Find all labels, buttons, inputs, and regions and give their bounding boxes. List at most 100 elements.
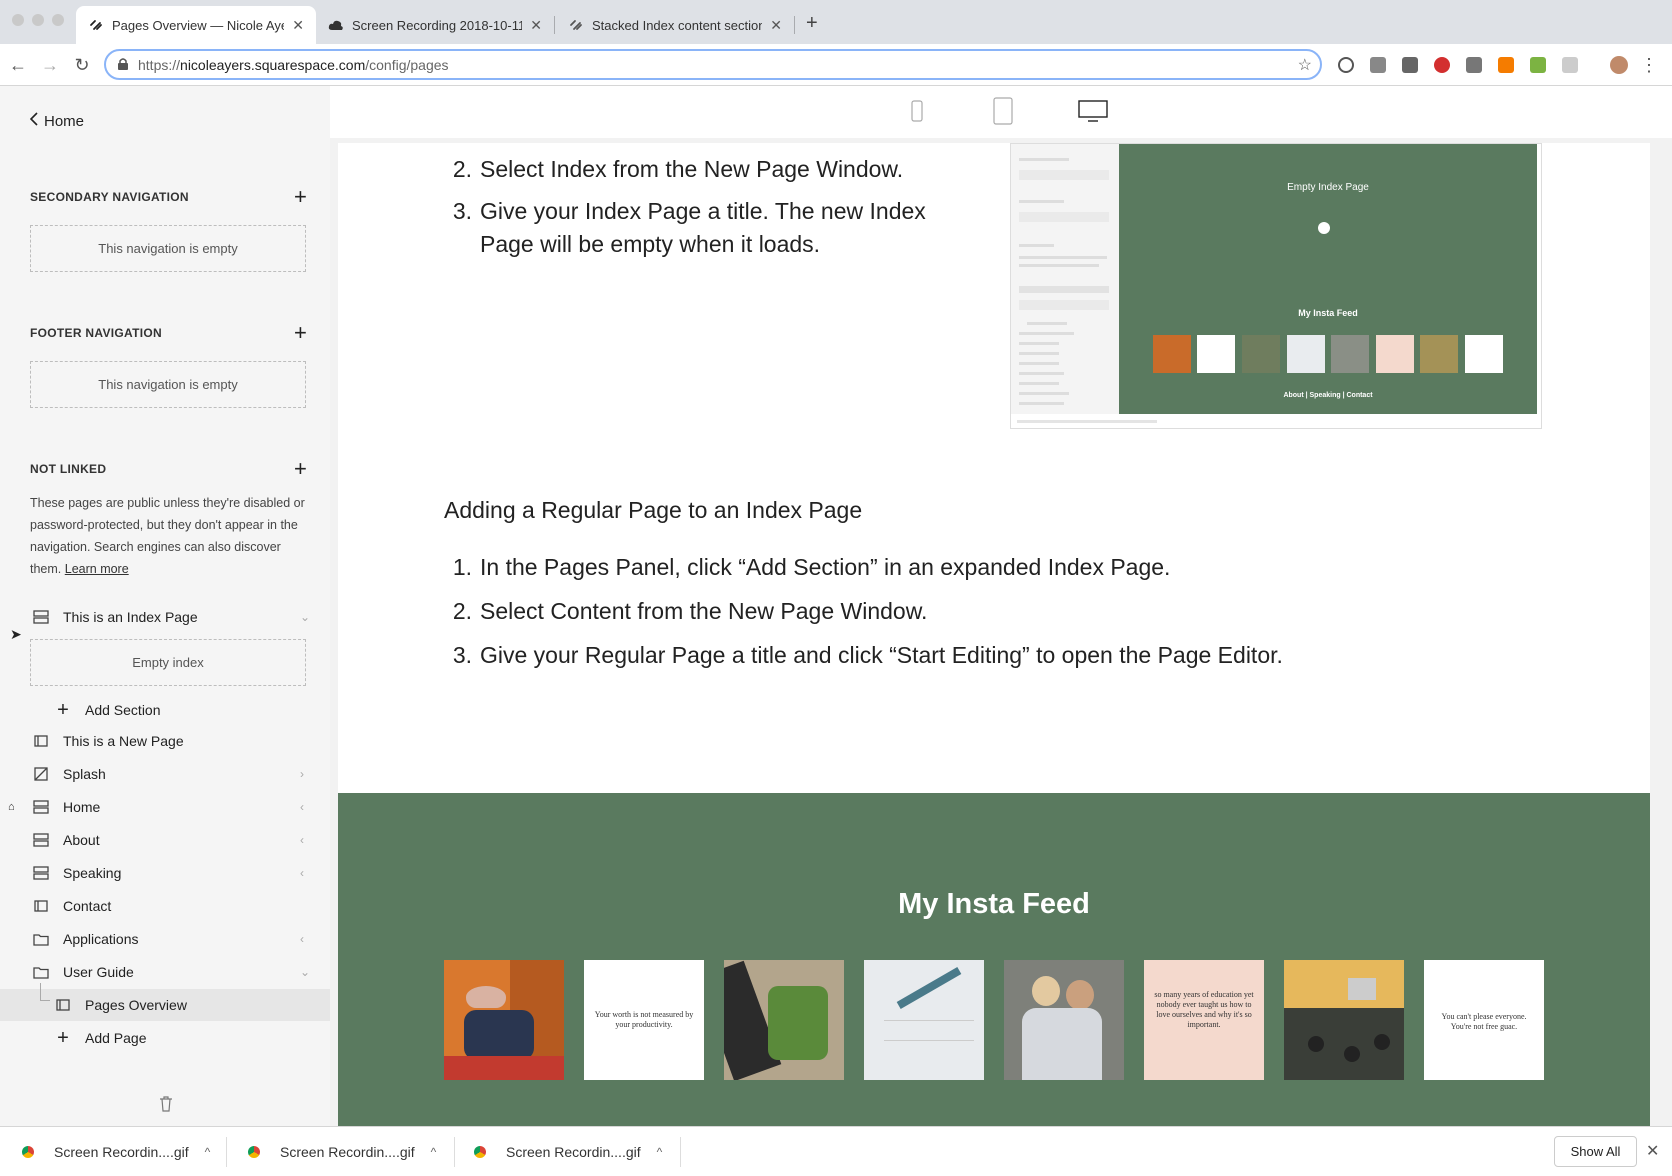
extension-honey-icon[interactable]: [1498, 57, 1514, 73]
sidebar-item-speaking[interactable]: Speaking ‹: [0, 857, 330, 889]
step-text: Select Content from the New Page Window.: [480, 598, 928, 624]
download-item[interactable]: Screen Recordin....gif ^: [474, 1127, 662, 1176]
chevron-left-icon[interactable]: ‹: [300, 800, 304, 814]
window-close-button[interactable]: [12, 14, 24, 26]
index-icon: [33, 610, 49, 624]
add-not-linked-plus-icon[interactable]: +: [294, 458, 307, 480]
show-all-button[interactable]: Show All: [1554, 1136, 1637, 1167]
chevron-down-icon[interactable]: ⌄: [300, 610, 310, 624]
insta-quote-productivity[interactable]: Your worth is not measured by your produ…: [584, 960, 704, 1080]
tab-screen-recording[interactable]: Screen Recording 2018-10-11 at ✕: [316, 6, 554, 44]
insta-photo-runner[interactable]: [444, 960, 564, 1080]
extension-camera-icon[interactable]: [1370, 57, 1386, 73]
step-text: Give your Regular Page a title and click…: [480, 642, 1283, 668]
chrome-file-icon: [22, 1146, 34, 1158]
extension-chat-icon[interactable]: [1530, 57, 1546, 73]
sidebar-item-label: Splash: [63, 766, 106, 782]
download-filename: Screen Recordin....gif: [506, 1144, 641, 1160]
page-icon: [33, 899, 49, 913]
close-icon[interactable]: ✕: [1646, 1141, 1659, 1161]
step-number: 1.: [452, 554, 472, 580]
bookmark-star-icon[interactable]: ☆: [1298, 55, 1312, 75]
sidebar-item-splash[interactable]: Splash ›: [0, 758, 330, 790]
sidebar-item-label: This is a New Page: [63, 733, 184, 749]
extension-grey-icon[interactable]: [1562, 57, 1578, 73]
chevron-left-icon[interactable]: ‹: [300, 932, 304, 946]
insta-quote-guac[interactable]: You can't please everyone. You're not fr…: [1424, 960, 1544, 1080]
download-separator: [680, 1137, 681, 1167]
insta-feed-section: My Insta Feed Your worth is not measured…: [338, 793, 1650, 1126]
tab-pages-overview[interactable]: Pages Overview — Nicole Ayers ✕: [76, 6, 316, 44]
close-icon[interactable]: ✕: [770, 17, 782, 34]
sidebar-item-contact[interactable]: Contact: [0, 890, 330, 922]
download-item[interactable]: Screen Recordin....gif ^: [248, 1127, 436, 1176]
add-page-button[interactable]: + Add Page: [0, 1022, 330, 1054]
chevron-up-icon[interactable]: ^: [205, 1145, 211, 1159]
trash-icon[interactable]: [159, 1096, 173, 1117]
download-item[interactable]: Screen Recordin....gif ^: [22, 1127, 210, 1176]
thumb-tile: [1153, 335, 1191, 373]
extension-play-icon[interactable]: [1434, 57, 1450, 73]
cloud-icon: [328, 17, 344, 33]
plus-icon: +: [57, 698, 69, 721]
sidebar-item-pages-overview[interactable]: Pages Overview: [0, 983, 330, 1021]
desktop-view-icon[interactable]: [1078, 100, 1108, 127]
extension-bird-icon[interactable]: [1402, 57, 1418, 73]
reload-icon[interactable]: ↻: [70, 53, 94, 77]
insta-photo-couple[interactable]: [1004, 960, 1124, 1080]
home-back-link[interactable]: Home: [29, 112, 84, 130]
chrome-file-icon: [474, 1146, 486, 1158]
thumb-tile: [1420, 335, 1458, 373]
chrome-file-icon: [248, 1146, 260, 1158]
sidebar-item-new-page[interactable]: This is a New Page: [0, 725, 330, 757]
index-icon: [33, 833, 49, 847]
back-arrow-icon[interactable]: ←: [6, 53, 30, 77]
chevron-left-icon[interactable]: ‹: [300, 866, 304, 880]
step-number: 2.: [452, 156, 472, 182]
add-footer-nav-plus-icon[interactable]: +: [294, 322, 307, 344]
page-preview[interactable]: 2. Select Index from the New Page Window…: [338, 143, 1650, 1126]
sidebar-item-about[interactable]: About ‹: [0, 824, 330, 856]
quote-text: You can't please everyone. You're not fr…: [1441, 1012, 1527, 1031]
insta-photo-notebook[interactable]: [864, 960, 984, 1080]
not-linked-heading: NOT LINKED: [30, 462, 107, 476]
chevron-down-icon[interactable]: ⌄: [300, 965, 310, 979]
step-text: Select Index from the New Page Window.: [480, 156, 904, 182]
chevron-left-icon[interactable]: ‹: [300, 833, 304, 847]
sidebar-item-home[interactable]: ⌂ Home ‹: [0, 791, 330, 823]
thumb-tile: [1376, 335, 1414, 373]
page-icon: [55, 998, 71, 1012]
window-zoom-button[interactable]: [52, 14, 64, 26]
add-section-button[interactable]: + Add Section: [0, 694, 330, 726]
sidebar-item-applications[interactable]: Applications ‹: [0, 923, 330, 955]
insta-photo-green-beans[interactable]: [724, 960, 844, 1080]
tablet-view-icon[interactable]: [993, 97, 1013, 130]
menu-kebab-icon[interactable]: ⋮: [1637, 53, 1661, 77]
chevron-up-icon[interactable]: ^: [657, 1145, 663, 1159]
chevron-up-icon[interactable]: ^: [431, 1145, 437, 1159]
new-tab-button[interactable]: +: [806, 12, 818, 35]
extension-info-icon[interactable]: [1338, 57, 1354, 73]
phone-view-icon[interactable]: [911, 100, 923, 127]
chevron-right-icon[interactable]: ›: [300, 767, 304, 781]
tab-separator: [554, 16, 555, 34]
profile-avatar[interactable]: [1610, 56, 1628, 74]
sidebar-item-index-page[interactable]: This is an Index Page ⌄: [0, 601, 330, 633]
insta-photo-gym[interactable]: [1284, 960, 1404, 1080]
extension-dropper-icon[interactable]: [1466, 57, 1482, 73]
address-bar[interactable]: https://nicoleayers.squarespace.com/conf…: [104, 49, 1322, 80]
learn-more-link[interactable]: Learn more: [65, 562, 129, 576]
sidebar-item-label: Contact: [63, 898, 112, 914]
insta-quote-education[interactable]: so many years of education yet nobody ev…: [1144, 960, 1264, 1080]
tab-stacked-index[interactable]: Stacked Index content section ✕: [556, 6, 794, 44]
footer-navigation-heading: FOOTER NAVIGATION: [30, 326, 162, 340]
add-secondary-nav-plus-icon[interactable]: +: [294, 186, 307, 208]
plus-icon: +: [57, 1026, 69, 1049]
window-minimize-button[interactable]: [32, 14, 44, 26]
close-icon[interactable]: ✕: [292, 17, 304, 34]
tree-connector: [40, 983, 50, 1001]
forward-arrow-icon[interactable]: →: [38, 53, 62, 77]
close-icon[interactable]: ✕: [530, 17, 542, 34]
thumb-tile: [1331, 335, 1369, 373]
insta-feed-title: My Insta Feed: [898, 888, 1090, 920]
